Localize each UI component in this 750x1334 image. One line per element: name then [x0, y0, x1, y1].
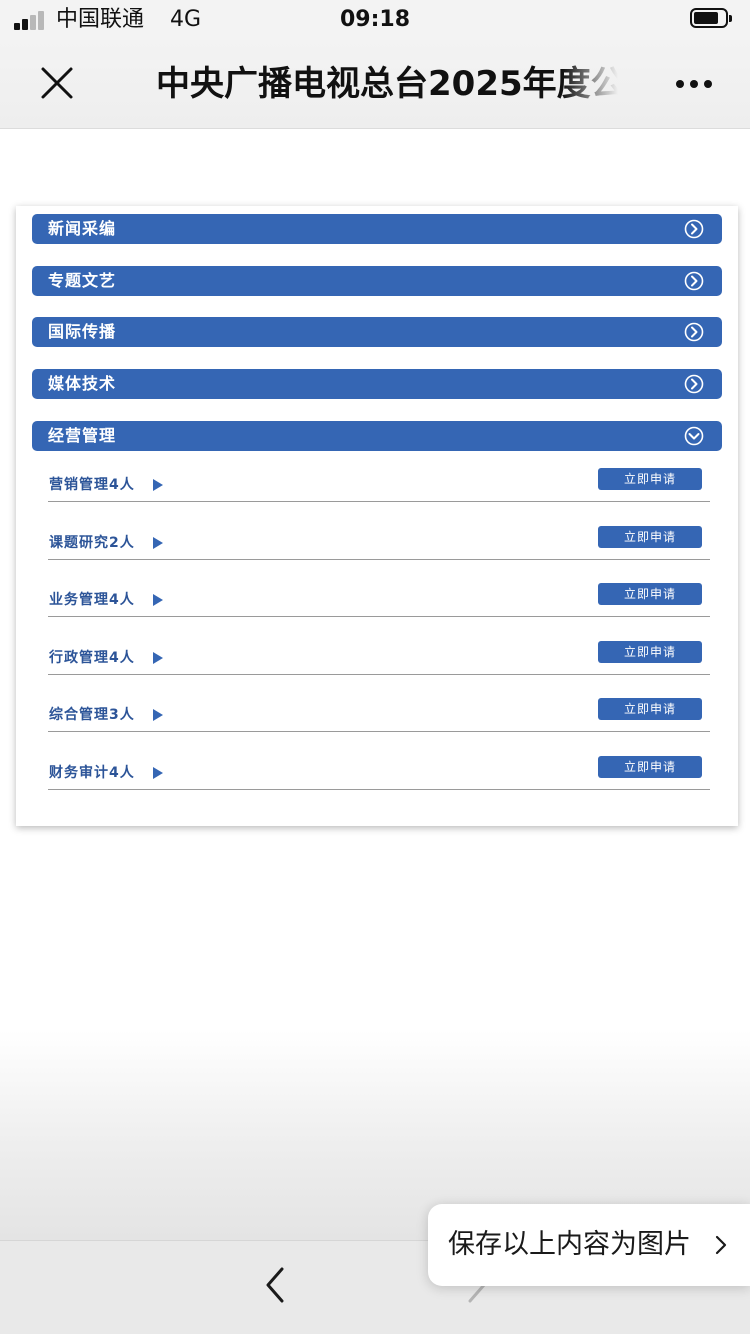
- job-row: 综合管理3人 立即申请: [48, 698, 710, 732]
- battery-icon: [690, 8, 734, 30]
- circle-arrow-down-icon: [684, 426, 704, 446]
- category-header-management[interactable]: 经营管理: [32, 421, 722, 451]
- play-icon: [153, 709, 163, 721]
- circle-arrow-right-icon: [684, 271, 704, 291]
- circle-arrow-right-icon: [684, 374, 704, 394]
- play-icon: [153, 537, 163, 549]
- job-row: 课题研究2人 立即申请: [48, 526, 710, 560]
- page: 中国联通 4G 09:18 中央广播电视总台2025年度公 新闻采编 专题文艺 …: [0, 0, 750, 1334]
- more-icon[interactable]: [674, 78, 714, 90]
- apply-button[interactable]: 立即申请: [598, 468, 702, 490]
- category-label: 专题文艺: [48, 271, 117, 290]
- job-label: 课题研究2人: [49, 535, 135, 551]
- back-icon[interactable]: [262, 1265, 288, 1305]
- position-card: 新闻采编 专题文艺 国际传播 媒体技术 经营管理 营销管理4人 立即申请 课题研…: [16, 206, 738, 826]
- category-label: 经营管理: [48, 426, 117, 445]
- play-icon: [153, 652, 163, 664]
- apply-button[interactable]: 立即申请: [598, 698, 702, 720]
- job-row: 营销管理4人 立即申请: [48, 468, 710, 502]
- category-header-news[interactable]: 新闻采编: [32, 214, 722, 244]
- circle-arrow-right-icon: [684, 219, 704, 239]
- category-header-arts[interactable]: 专题文艺: [32, 266, 722, 296]
- category-label: 媒体技术: [48, 374, 117, 393]
- circle-arrow-right-icon: [684, 322, 704, 342]
- job-label: 行政管理4人: [49, 650, 135, 666]
- nav-bar: 中央广播电视总台2025年度公: [0, 40, 750, 129]
- play-icon: [153, 479, 163, 491]
- apply-button[interactable]: 立即申请: [598, 583, 702, 605]
- job-label: 营销管理4人: [49, 477, 135, 493]
- apply-button[interactable]: 立即申请: [598, 756, 702, 778]
- save-as-image-label: 保存以上内容为图片: [448, 1229, 691, 1260]
- category-header-tech[interactable]: 媒体技术: [32, 369, 722, 399]
- play-icon: [153, 594, 163, 606]
- job-label: 综合管理3人: [49, 707, 135, 723]
- chevron-right-icon: [715, 1235, 727, 1255]
- job-label: 业务管理4人: [49, 592, 135, 608]
- category-label: 国际传播: [48, 322, 117, 341]
- job-row: 财务审计4人 立即申请: [48, 756, 710, 790]
- save-as-image-toast[interactable]: 保存以上内容为图片: [428, 1204, 750, 1286]
- job-row: 行政管理4人 立即申请: [48, 641, 710, 675]
- page-title: 中央广播电视总台2025年度公: [156, 64, 618, 104]
- status-bar: 中国联通 4G 09:18: [0, 0, 750, 40]
- status-time: 09:18: [339, 7, 411, 32]
- play-icon: [153, 767, 163, 779]
- close-icon[interactable]: [40, 66, 74, 100]
- category-header-international[interactable]: 国际传播: [32, 317, 722, 347]
- apply-button[interactable]: 立即申请: [598, 526, 702, 548]
- apply-button[interactable]: 立即申请: [598, 641, 702, 663]
- job-label: 财务审计4人: [49, 765, 135, 781]
- job-row: 业务管理4人 立即申请: [48, 583, 710, 617]
- category-label: 新闻采编: [48, 219, 117, 238]
